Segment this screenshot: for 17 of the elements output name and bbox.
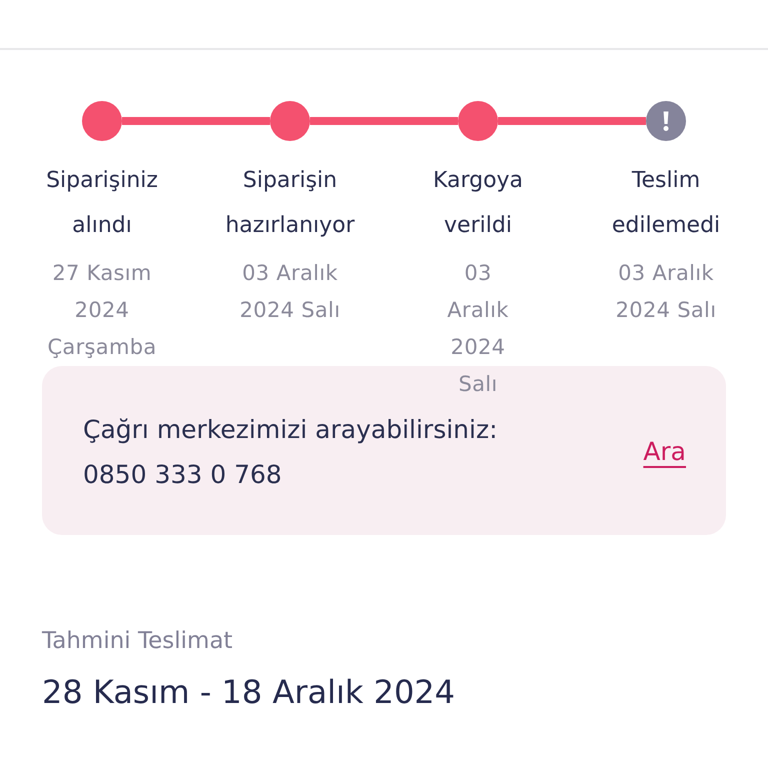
step-date: 03 Aralık 2024 Salı	[238, 260, 342, 324]
call-center-message: Çağrı merkezimizi arayabilirsiniz:	[83, 414, 498, 446]
step-dot-icon	[270, 101, 310, 141]
exclamation-icon	[646, 101, 686, 141]
step-date: 27 Kasım 2024 Çarşamba	[46, 260, 158, 361]
step-title: Siparişiniz alındı	[46, 167, 158, 240]
step-title: Kargoya verildi	[432, 167, 524, 240]
step-date: 03 Aralık 2024 Salı	[446, 260, 510, 398]
phone-number: 0850 333 0 768	[83, 459, 283, 491]
estimated-delivery-label: Tahmini Teslimat	[42, 627, 234, 656]
step-dot-icon	[458, 101, 498, 141]
step-title: Teslim edilemedi	[612, 167, 720, 240]
estimated-delivery-date: 28 Kasım - 18 Aralık 2024	[42, 672, 456, 713]
step-title: Siparişin hazırlanıyor	[225, 167, 355, 240]
step-date: 03 Aralık 2024 Salı	[614, 260, 718, 324]
step-dot-icon	[82, 101, 122, 141]
call-link[interactable]: Ara	[643, 435, 686, 469]
